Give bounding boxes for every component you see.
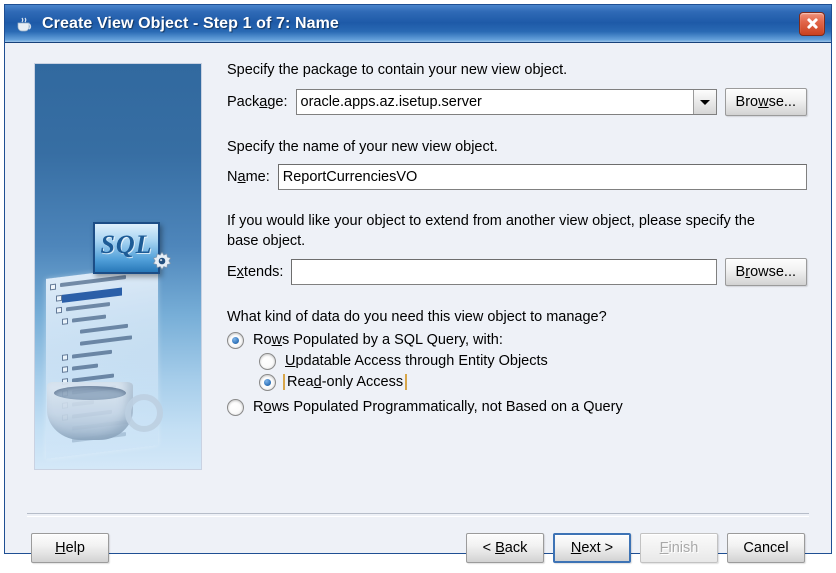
package-browse-button[interactable]: Browse... <box>724 87 807 116</box>
wizard-side-graphic: SQL <box>34 63 202 470</box>
extends-field-row: Extends: Browse... <box>227 258 807 287</box>
button-bar-separator <box>27 513 809 517</box>
close-icon[interactable] <box>799 11 825 36</box>
chevron-down-icon[interactable] <box>692 89 716 114</box>
jdeveloper-coffee-icon <box>14 14 34 34</box>
coffee-cup-handle <box>125 394 163 432</box>
button-bar: Help < Back Next > Finish Cancel <box>5 523 831 573</box>
sql-badge-label: SQL <box>100 230 153 259</box>
radio-icon-updatable-access-through-entity-objects[interactable] <box>259 352 276 370</box>
radio-row-rows-populated-by-sql-query[interactable]: Rows Populated by a SQL Query, with: <box>227 331 807 349</box>
name-label: Name: <box>227 169 270 186</box>
finish-button: Finish <box>640 533 718 563</box>
radio-row-updatable-access-through-entity-objects[interactable]: Updatable Access through Entity Objects <box>259 352 807 370</box>
name-help-text: Specify the name of your new view object… <box>227 138 498 155</box>
radio-label-updatable-access-through-entity-objects[interactable]: Updatable Access through Entity Objects <box>283 353 550 369</box>
name-field-row: Name: ReportCurrenciesVO <box>227 164 807 191</box>
tree-highlight-row <box>62 287 122 303</box>
radio-label-rows-populated-by-sql-query[interactable]: Rows Populated by a SQL Query, with: <box>251 332 505 348</box>
extends-browse-button[interactable]: Browse... <box>724 258 807 287</box>
radio-icon-rows-populated-programmatically[interactable] <box>227 398 244 416</box>
radio-label-rows-populated-programmatically[interactable]: Rows Populated Programmatically, not Bas… <box>251 399 625 415</box>
radio-icon-rows-populated-by-sql-query[interactable] <box>227 331 244 349</box>
extends-help-text: If you would like your object to extend … <box>227 213 755 249</box>
package-combo-value[interactable]: oracle.apps.az.isetup.server <box>297 90 693 114</box>
title-bar[interactable]: Create View Object - Step 1 of 7: Name <box>5 5 831 43</box>
package-field-row: Package: oracle.apps.az.isetup.server Br… <box>227 87 807 116</box>
next-button[interactable]: Next > <box>553 533 631 563</box>
window-title: Create View Object - Step 1 of 7: Name <box>42 14 339 32</box>
help-button[interactable]: Help <box>31 533 109 563</box>
package-help-text: Specify the package to contain your new … <box>227 62 568 78</box>
data-kind-question: What kind of data do you need this view … <box>227 309 607 326</box>
radio-icon-read-only-access[interactable] <box>259 373 276 391</box>
radio-row-read-only-access[interactable]: Read-only Access <box>259 373 807 391</box>
radio-label-read-only-access[interactable]: Read-only Access <box>283 374 408 391</box>
extends-input[interactable] <box>291 259 717 286</box>
dialog-body: SQL Specify the package to contain your … <box>5 43 831 563</box>
gear-icon <box>151 250 173 272</box>
data-kind-radio-group: Rows Populated by a SQL Query, with: Upd… <box>227 331 807 416</box>
package-label: Package: <box>227 93 288 110</box>
cancel-button[interactable]: Cancel <box>727 533 805 563</box>
radio-row-rows-populated-programmatically[interactable]: Rows Populated Programmatically, not Bas… <box>227 398 807 416</box>
name-input[interactable]: ReportCurrenciesVO <box>277 164 807 191</box>
package-combo[interactable]: oracle.apps.az.isetup.server <box>295 88 717 115</box>
coffee-cup-icon <box>47 382 133 440</box>
create-view-object-dialog: Create View Object - Step 1 of 7: Name S… <box>4 4 832 563</box>
wizard-form: Specify the package to contain your new … <box>227 61 807 416</box>
extends-label: Extends: <box>227 264 284 281</box>
back-button[interactable]: < Back <box>466 533 544 563</box>
sql-badge: SQL <box>93 222 160 274</box>
